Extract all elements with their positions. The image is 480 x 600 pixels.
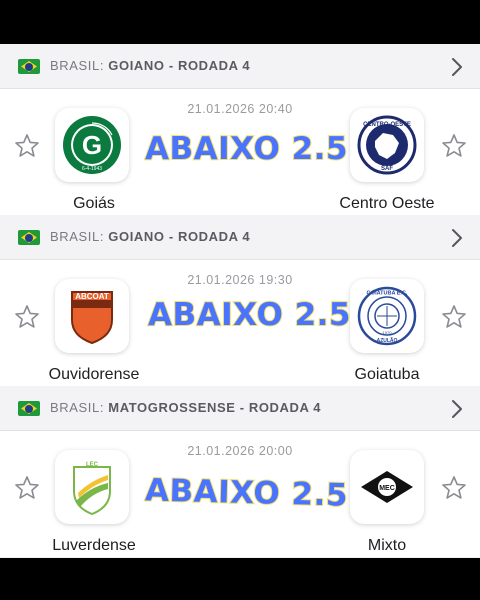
home-team-name: Goiás — [73, 195, 115, 212]
svg-text:SAF: SAF — [381, 166, 393, 172]
svg-text:CENTRO-OESTE: CENTRO-OESTE — [363, 122, 411, 128]
home-team-logo[interactable]: G 6-4-1943 — [55, 108, 129, 182]
goias-crest-icon: G 6-4-1943 — [63, 116, 121, 174]
mixto-crest-icon: MEC — [361, 471, 413, 503]
chevron-right-icon[interactable] — [448, 228, 466, 248]
svg-text:1970: 1970 — [383, 330, 393, 335]
home-team-logo[interactable]: ABCOAT — [55, 279, 129, 353]
prediction-overlay: ABAIXO 2.5 — [144, 471, 350, 514]
away-team-name: Mixto — [367, 537, 407, 554]
prediction-overlay: ABAIXO 2.5 — [147, 296, 352, 334]
league-header[interactable]: BRASIL: GOIANO - RODADA 4 — [0, 215, 480, 260]
home-team-name: Ouvidorense — [48, 366, 140, 383]
match-list: BRASIL: GOIANO - RODADA 4 21.01.2026 20:… — [0, 44, 480, 558]
favorite-star-icon[interactable] — [14, 133, 40, 159]
away-team-logo[interactable]: MEC — [350, 450, 424, 524]
favorite-star-icon[interactable] — [14, 304, 40, 330]
league-title: BRASIL: MATOGROSSENSE - RODADA 4 — [50, 400, 322, 415]
svg-text:LEC: LEC — [86, 462, 99, 468]
goias-crest-letter: G — [82, 130, 102, 160]
brazil-flag-icon — [18, 401, 40, 416]
centro-oeste-crest-icon: CENTRO-OESTE SAF — [357, 115, 417, 175]
league-title: BRASIL: GOIANO - RODADA 4 — [50, 229, 251, 244]
goiatuba-crest-icon: GOIATUBA E.C. AZULÃO 1970 — [357, 286, 417, 346]
away-team-name: Goiatuba — [354, 366, 420, 383]
svg-text:ABCOAT: ABCOAT — [75, 292, 109, 301]
svg-text:AZULÃO: AZULÃO — [377, 337, 398, 344]
favorite-star-icon[interactable] — [441, 475, 467, 501]
ouvidorense-crest-icon: ABCOAT — [71, 291, 113, 345]
svg-text:GOIATUBA E.C.: GOIATUBA E.C. — [367, 291, 408, 297]
away-team-name: Centro Oeste — [339, 195, 435, 212]
chevron-right-icon[interactable] — [448, 399, 466, 419]
home-team-name: Luverdense — [52, 537, 136, 554]
away-team-logo[interactable]: GOIATUBA E.C. AZULÃO 1970 — [350, 279, 424, 353]
league-title: BRASIL: GOIANO - RODADA 4 — [50, 58, 251, 73]
league-header[interactable]: BRASIL: MATOGROSSENSE - RODADA 4 — [0, 386, 480, 431]
favorite-star-icon[interactable] — [441, 304, 467, 330]
league-header[interactable]: BRASIL: GOIANO - RODADA 4 — [0, 44, 480, 89]
home-team-logo[interactable]: LEC — [55, 450, 129, 524]
chevron-right-icon[interactable] — [448, 57, 466, 77]
luverdense-crest-icon: LEC — [73, 462, 111, 516]
svg-text:MEC: MEC — [379, 485, 395, 492]
favorite-star-icon[interactable] — [14, 475, 40, 501]
prediction-overlay: ABAIXO 2.5 — [144, 130, 349, 168]
svg-text:6-4-1943: 6-4-1943 — [82, 166, 102, 172]
brazil-flag-icon — [18, 59, 40, 74]
away-team-logo[interactable]: CENTRO-OESTE SAF — [350, 108, 424, 182]
brazil-flag-icon — [18, 230, 40, 245]
favorite-star-icon[interactable] — [441, 133, 467, 159]
